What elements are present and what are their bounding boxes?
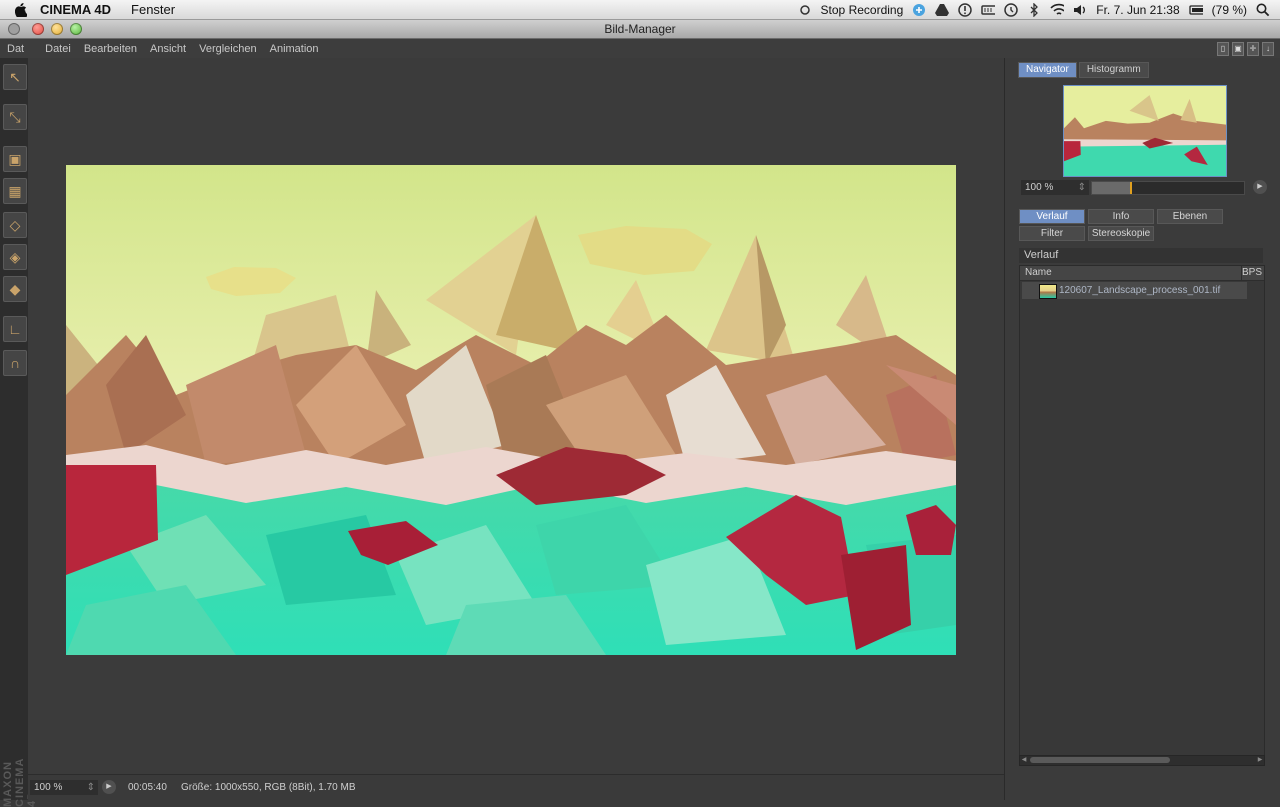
menu-animation[interactable]: Animation [270,43,319,55]
zoom-window-button[interactable] [70,23,82,35]
render-time: 00:05:40 [128,782,167,793]
stop-recording-label[interactable]: Stop Recording [821,3,904,17]
history-list-header: Name BPS [1020,266,1264,281]
scrollbar-thumb[interactable] [1030,757,1170,763]
stepper-icon[interactable]: ⇕ [1078,180,1086,195]
history-section-title: Verlauf [1019,248,1263,263]
bluetooth-icon[interactable] [1027,2,1041,17]
window-inactive-button[interactable] [8,23,20,35]
play-button-icon[interactable]: ▶ [102,780,116,794]
menu-datei[interactable]: Datei [45,43,71,55]
image-viewport[interactable] [28,58,1004,774]
navigator-zoom-row: 100 % ⇕ ▶ [1021,180,1271,195]
info-tabs: Verlauf Info Ebenen Filter Stereoskopie [1019,209,1223,241]
scroll-right-icon[interactable]: ▶ [1256,756,1264,765]
close-window-button[interactable] [32,23,44,35]
panel-toggle-icon[interactable]: ▯ [1217,42,1229,56]
wifi-icon[interactable] [1050,3,1065,17]
navigator-thumbnail[interactable] [1063,85,1227,177]
left-tool-palette: ↖ ⤡ ▣ ▦ ◇ ◈ ◆ ∟ ∩ MAXON CINEMA 4D [0,58,38,807]
polygons-mode-icon[interactable]: ◆ [3,276,27,302]
zoom-stepper-icon[interactable]: ⇕ [87,780,95,795]
tab-filter[interactable]: Filter [1019,226,1085,241]
menu-fenster[interactable]: Fenster [131,2,175,17]
window-titlebar: Bild-Manager [0,20,1280,39]
sync-icon[interactable] [912,3,926,17]
zoom-slider-knob[interactable] [1130,182,1132,194]
record-icon[interactable] [798,3,812,17]
menubar-status-area: Stop Recording Fr. 7. Jun 21:38 (79 %) [798,0,1270,19]
history-row[interactable]: 120607_Landscape_process_001.tif [1022,282,1247,299]
tab-navigator[interactable]: Navigator [1018,62,1077,78]
scroll-left-icon[interactable]: ◀ [1020,756,1028,765]
minimize-window-button[interactable] [51,23,63,35]
history-file-name: 120607_Landscape_process_001.tif [1059,285,1221,296]
volume-icon[interactable] [1073,3,1087,17]
picture-viewer-menubar: Dat Datei Bearbeiten Ansicht Vergleichen… [0,39,1280,59]
right-side-panel: Navigator Histogramm 100 % ⇕ ▶ Verlauf In… [1004,58,1280,800]
menu-vergleichen[interactable]: Vergleichen [199,43,257,55]
apple-icon[interactable] [14,2,28,17]
move-icon[interactable]: ✛ [1247,42,1259,56]
tab-verlauf[interactable]: Verlauf [1019,209,1085,224]
play-icon[interactable]: ▶ [1253,180,1267,194]
tab-histogramm[interactable]: Histogramm [1078,62,1149,78]
spotlight-icon[interactable] [1256,3,1270,17]
menu-bearbeiten[interactable]: Bearbeiten [84,43,137,55]
app-name-menu[interactable]: CINEMA 4D [40,2,111,17]
battery-percent: (79 %) [1211,2,1247,17]
panel-maximize-icon[interactable]: ▣ [1232,42,1244,56]
history-horizontal-scrollbar[interactable]: ◀ ▶ [1019,755,1265,766]
scale-tool-icon[interactable]: ⤡ [3,104,27,130]
display-icon[interactable] [981,3,996,17]
move-tool-icon[interactable]: ↖ [3,64,27,90]
rendered-image [66,165,956,655]
zoom-slider-fill [1092,182,1130,194]
axis-tool-icon[interactable]: ∟ [3,316,27,342]
tab-stereoskopie[interactable]: Stereoskopie [1088,226,1154,241]
column-bps-header[interactable]: BPS [1242,266,1262,280]
mac-menubar: CINEMA 4D Fenster Stop Recording Fr. 7. … [0,0,1280,20]
points-mode-icon[interactable]: ◇ [3,212,27,238]
snap-magnet-icon[interactable]: ∩ [3,350,27,376]
edges-mode-icon[interactable]: ◈ [3,244,27,270]
dock-arrow-icon[interactable]: ↓ [1262,42,1274,56]
viewer-zoom-field[interactable]: 100 % ⇕ [30,780,98,795]
battery-icon[interactable] [1189,3,1203,17]
tab-info[interactable]: Info [1088,209,1154,224]
column-name-header[interactable]: Name [1025,266,1052,280]
time-machine-icon[interactable] [1004,2,1019,17]
navigator-zoom-field[interactable]: 100 % ⇕ [1021,180,1089,195]
clock-text[interactable]: Fr. 7. Jun 21:38 [1096,3,1179,17]
drive-icon[interactable] [935,3,950,17]
history-list[interactable]: Name BPS 120607_Landscape_process_001.ti… [1019,265,1265,761]
navigator-zoom-slider[interactable] [1091,181,1245,195]
navigator-tabs: Navigator Histogramm [1018,62,1149,78]
alert-icon[interactable] [958,2,973,17]
viewer-status-bar: 100 % ⇕ ▶ 00:05:40 Größe: 1000x550, RGB (… [28,774,1004,801]
window-title: Bild-Manager [604,22,676,36]
panel-layout-icons: ▯ ▣ ✛ ↓ [1217,42,1274,56]
menu-datei-clipped[interactable]: Dat [7,43,24,55]
tab-ebenen[interactable]: Ebenen [1157,209,1223,224]
image-size-info: Größe: 1000x550, RGB (8Bit), 1.70 MB [181,782,356,793]
model-mode-icon[interactable]: ▣ [3,146,27,172]
menu-ansicht[interactable]: Ansicht [150,43,186,55]
texture-mode-icon[interactable]: ▦ [3,178,27,204]
image-thumbnail-icon [1039,284,1057,299]
